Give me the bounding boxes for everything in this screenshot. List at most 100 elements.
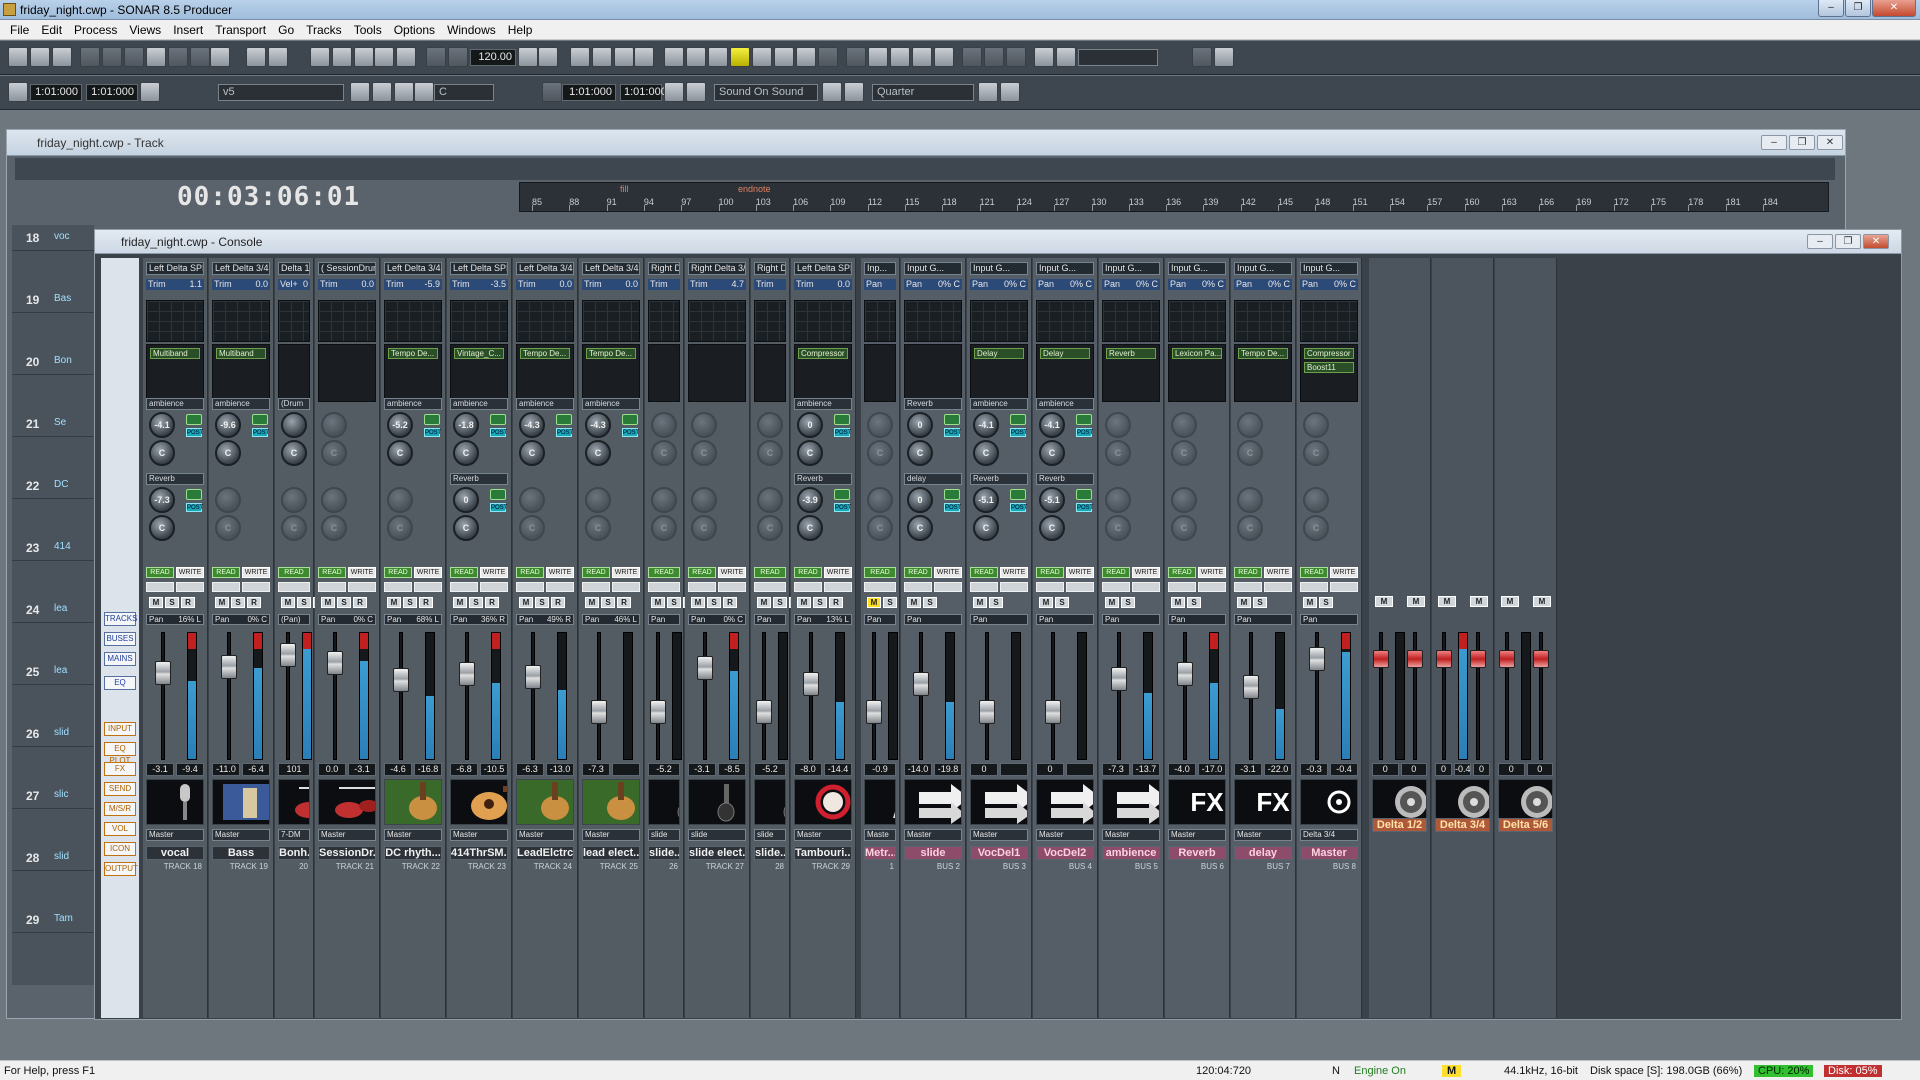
send-2-pan-knob[interactable]: C [1171, 515, 1197, 541]
track-row[interactable]: 23 414 [12, 535, 94, 561]
eq-plot[interactable] [688, 300, 746, 342]
main-output-name[interactable]: Delta 3/4 [1435, 818, 1490, 832]
input-echo-button[interactable] [384, 582, 412, 592]
trim-control[interactable]: Trim -5.9 [384, 279, 442, 290]
send-1-enable-button[interactable] [490, 414, 506, 425]
send-1-pan-knob[interactable]: C [321, 440, 347, 466]
input-selector[interactable]: Right Delta 3/ [688, 262, 746, 275]
track-row[interactable]: 28 slid [12, 845, 94, 871]
send-1-level-knob[interactable] [281, 412, 307, 438]
automation-write-button[interactable]: WRITE [612, 567, 640, 578]
view-loop-icon[interactable] [354, 47, 374, 67]
view-console-icon[interactable] [268, 47, 288, 67]
solo-button[interactable]: S [1319, 597, 1333, 608]
send-1-post-button[interactable]: POST [1076, 428, 1093, 437]
input-selector[interactable]: Left Delta 3/4 [384, 262, 442, 275]
fx-bin[interactable]: Vintage_C... [450, 344, 508, 402]
send-1-level-knob[interactable] [321, 412, 347, 438]
send-2-pan-knob[interactable]: C [519, 515, 545, 541]
menu-file[interactable]: File [4, 23, 35, 37]
console-close-button[interactable]: ✕ [1863, 234, 1889, 249]
volume-fader[interactable] [1045, 700, 1061, 724]
fx-bin[interactable]: Delay [1036, 344, 1094, 402]
phase-button[interactable] [1066, 582, 1094, 592]
peak-readout[interactable]: -14.4 [824, 763, 852, 776]
automation-read-button[interactable]: READ [516, 567, 544, 578]
send-2-pan-knob[interactable]: C [797, 515, 823, 541]
mute-button[interactable]: M [907, 597, 921, 608]
volume-readout[interactable]: -4.6 [384, 763, 412, 776]
main-mute-left-button[interactable]: M [1501, 596, 1519, 607]
pan-slider[interactable]: Pan 0% C [688, 614, 746, 625]
send-2-level-knob[interactable]: 0 [453, 487, 479, 513]
volume-readout[interactable]: -3.1 [146, 763, 174, 776]
rewind-icon[interactable] [686, 47, 706, 67]
punch-in-icon[interactable] [686, 82, 706, 102]
send-2-enable-button[interactable] [834, 489, 850, 500]
strip-name[interactable]: slide elect... [688, 846, 746, 860]
send-2-post-button[interactable]: POST [1010, 503, 1027, 512]
input-selector[interactable]: Left Delta SPI [794, 262, 852, 275]
fx-bin[interactable]: Delay [970, 344, 1028, 402]
input-selector[interactable]: Input G... [1300, 262, 1358, 275]
warning-icon[interactable] [1214, 47, 1234, 67]
trim-control[interactable]: Trim0.0 [648, 279, 680, 290]
send-1-destination[interactable]: ambience [582, 398, 640, 410]
output-selector[interactable]: Maste [864, 829, 896, 841]
pan-slider[interactable]: Pan [864, 614, 896, 625]
send-2-pan-knob[interactable]: C [1039, 515, 1065, 541]
eq-plot[interactable] [1300, 300, 1358, 342]
send-1-pan-knob[interactable]: C [757, 440, 783, 466]
input-selector[interactable]: Right D [648, 262, 680, 275]
stop-icon[interactable] [708, 47, 728, 67]
send-1-destination[interactable]: ambience [212, 398, 270, 410]
solo-button[interactable]: S [337, 597, 351, 608]
input-echo-button[interactable] [794, 582, 822, 592]
send-2-pan-knob[interactable]: C [453, 515, 479, 541]
pan-slider[interactable]: Pan 49% R [516, 614, 574, 625]
strip-name[interactable]: Bonh... [278, 846, 310, 860]
input-echo-button[interactable] [864, 582, 896, 592]
automation-3-icon[interactable] [1006, 47, 1026, 67]
automation-write-button[interactable]: WRITE [242, 567, 270, 578]
view-piano-roll-icon[interactable] [310, 47, 330, 67]
send-1-level-knob[interactable] [1171, 412, 1197, 438]
pan-control-top[interactable]: Pan 0% C [1102, 279, 1160, 290]
send-1-pan-knob[interactable]: C [907, 440, 933, 466]
input-selector[interactable]: Input G... [1234, 262, 1292, 275]
send-2-pan-knob[interactable]: C [215, 515, 241, 541]
automation-write-button[interactable]: WRITE [348, 567, 376, 578]
mute-button[interactable]: M [757, 597, 771, 608]
main-mute-left-button[interactable]: M [1375, 596, 1393, 607]
solo-button[interactable]: S [813, 597, 827, 608]
output-selector[interactable]: Master [318, 829, 376, 841]
send-1-pan-knob[interactable]: C [1105, 440, 1131, 466]
send-1-enable-button[interactable] [622, 414, 638, 425]
main-right-readout[interactable]: 0 [1473, 763, 1490, 776]
strip-name[interactable]: VocDel2 [1036, 846, 1094, 860]
phase-button[interactable] [480, 582, 508, 592]
solo-button[interactable]: S [469, 597, 483, 608]
record-options-icon[interactable] [822, 82, 842, 102]
volume-fader[interactable] [591, 700, 607, 724]
main-left-readout[interactable]: 0 [1372, 763, 1399, 776]
record-arm-button[interactable]: R [247, 597, 261, 608]
solo-button[interactable]: S [297, 597, 311, 608]
pitch-tool-icon[interactable] [350, 82, 370, 102]
volume-readout[interactable]: -14.0 [904, 763, 932, 776]
send-2-pan-knob[interactable]: C [585, 515, 611, 541]
volume-fader[interactable] [459, 662, 475, 686]
input-echo-button[interactable] [450, 582, 478, 592]
pan-slider[interactable]: Pan 0% C [318, 614, 376, 625]
pitch-tool-4-icon[interactable] [414, 82, 434, 102]
input-selector[interactable]: Delta 1 [278, 262, 310, 275]
phase-button[interactable] [934, 582, 962, 592]
automation-read-button[interactable]: READ [582, 567, 610, 578]
automation-write-button[interactable]: WRITE [414, 567, 442, 578]
send-1-destination[interactable]: ambience [516, 398, 574, 410]
solo-button[interactable]: S [707, 597, 721, 608]
send-1-level-knob[interactable]: 0 [797, 412, 823, 438]
menu-go[interactable]: Go [272, 23, 300, 37]
send-2-enable-button[interactable] [186, 489, 202, 500]
send-1-enable-button[interactable] [1010, 414, 1026, 425]
